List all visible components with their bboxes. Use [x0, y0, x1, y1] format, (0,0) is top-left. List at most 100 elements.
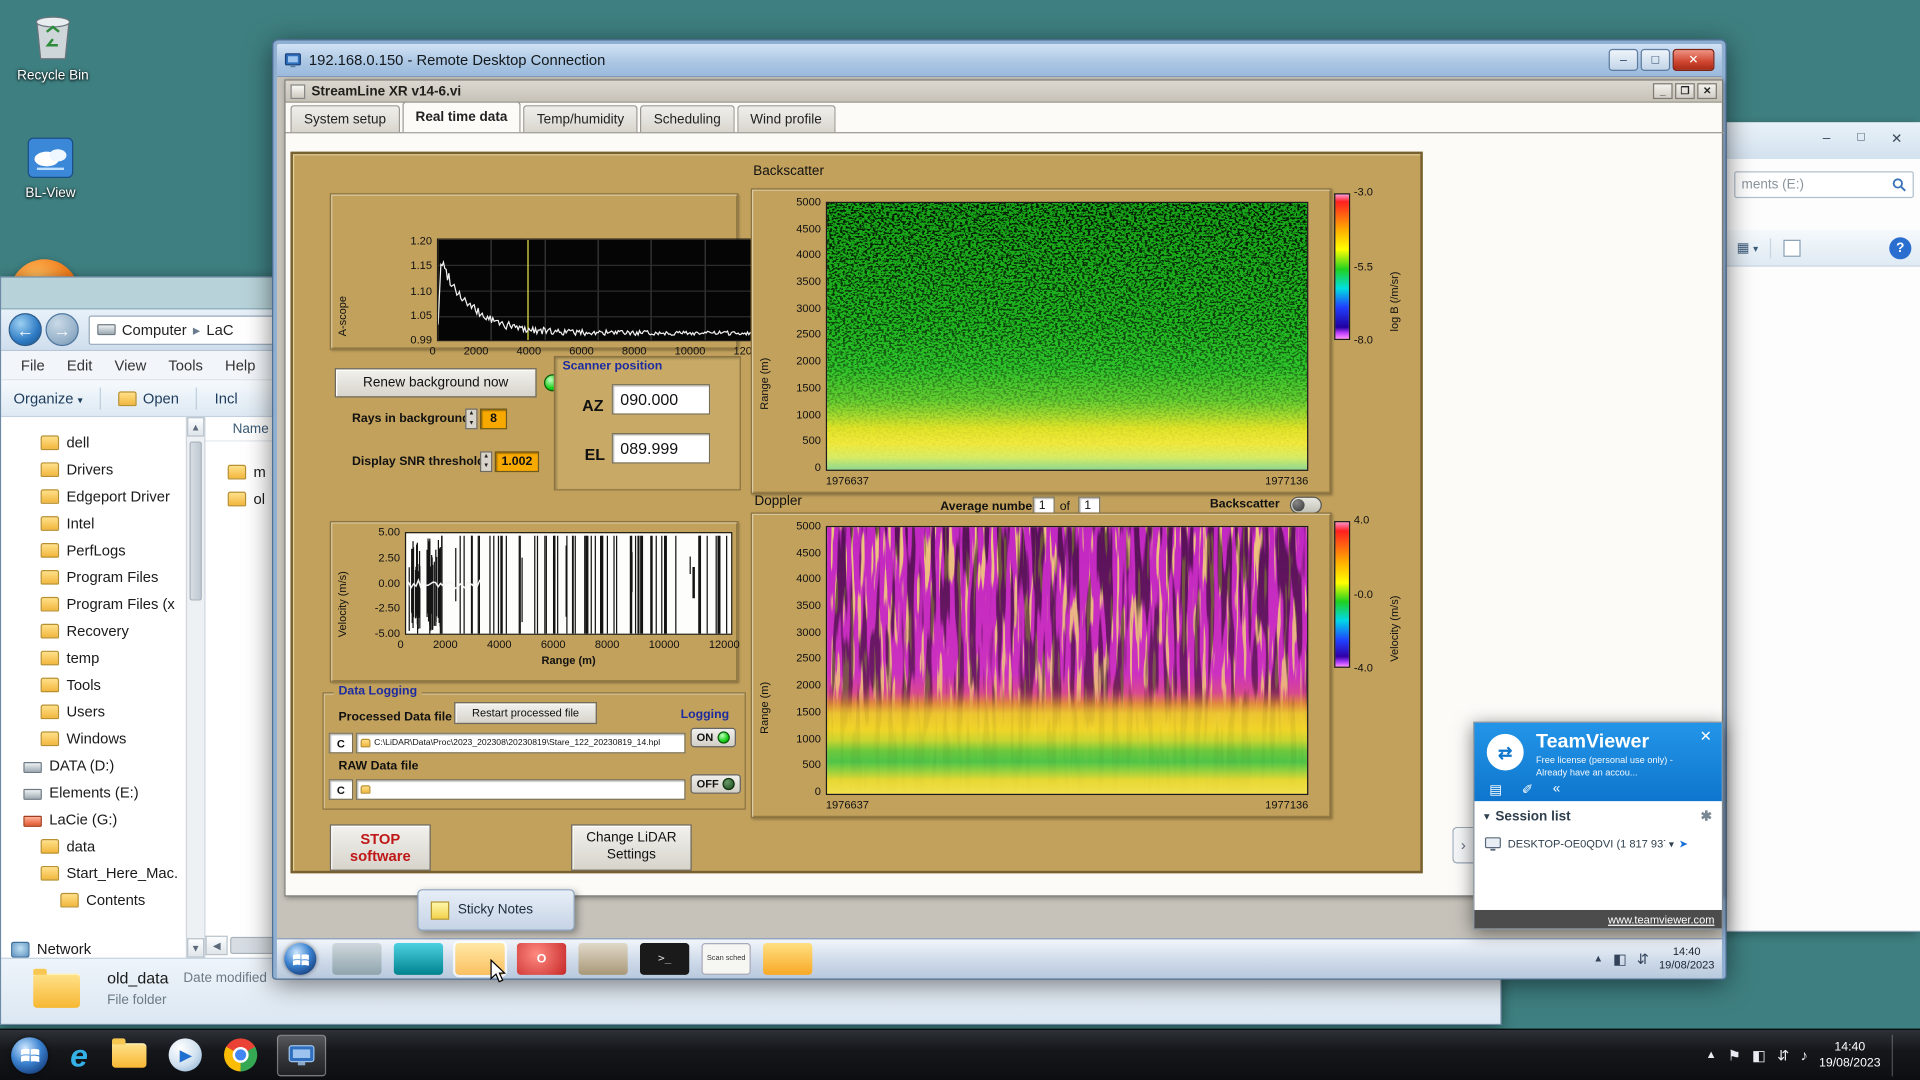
minimize-icon[interactable]: –: [1812, 131, 1842, 151]
breadcrumb-drive[interactable]: LaC: [206, 321, 233, 338]
tray-volume-icon[interactable]: ♪: [1801, 1048, 1808, 1063]
restart-processed-button[interactable]: Restart processed file: [454, 702, 597, 725]
tree-item[interactable]: Contents: [1, 887, 186, 914]
tab[interactable]: Wind profile: [736, 105, 836, 133]
tree-item[interactable]: Recovery: [1, 618, 186, 645]
tray-display-icon[interactable]: ◧: [1752, 1048, 1766, 1063]
organize-menu[interactable]: Organize ▾: [14, 390, 83, 407]
connect-cursor-icon[interactable]: ➤: [1679, 837, 1688, 850]
tree-item[interactable]: Windows: [1, 725, 186, 752]
remote-app-icon[interactable]: [578, 943, 628, 975]
vi-titlebar[interactable]: StreamLine XR v14-6.vi _ ❐ ✕: [285, 80, 1722, 103]
minimize-icon[interactable]: –: [1608, 48, 1639, 71]
help-icon[interactable]: ?: [1889, 236, 1912, 259]
restore-icon[interactable]: ❐: [1675, 83, 1695, 100]
tray-display-icon[interactable]: ◧: [1613, 952, 1627, 967]
open-button[interactable]: Open: [118, 390, 179, 407]
az-field[interactable]: 090.000: [611, 384, 711, 415]
tree-item[interactable]: Drivers: [1, 456, 186, 483]
close-icon[interactable]: ✕: [1700, 728, 1712, 745]
back-button[interactable]: ←: [8, 313, 42, 347]
processed-drive-select[interactable]: C: [328, 732, 354, 754]
raw-path-field[interactable]: [355, 779, 686, 800]
rays-spinner[interactable]: ▲ ▼: [465, 408, 478, 430]
remote-start-button[interactable]: [284, 943, 317, 975]
tab[interactable]: Scheduling: [640, 105, 735, 133]
forward-button[interactable]: →: [45, 313, 79, 347]
breadcrumb-root[interactable]: Computer: [122, 321, 187, 338]
collapse-icon[interactable]: «: [1553, 782, 1561, 798]
snr-spinner[interactable]: ▲ ▼: [479, 451, 493, 473]
remote-app-icon[interactable]: >_: [639, 943, 690, 975]
start-button[interactable]: [11, 1034, 48, 1076]
search-input[interactable]: ments (E:): [1734, 171, 1914, 199]
menu-item[interactable]: View: [105, 353, 156, 377]
session-list-row[interactable]: ▾ Session list ✱: [1484, 808, 1712, 824]
tools-icon[interactable]: ✐: [1522, 782, 1533, 798]
chevron-down-icon[interactable]: ▾: [1669, 838, 1674, 849]
snr-value-field[interactable]: 1.002: [494, 451, 540, 473]
taskbar-explorer-icon[interactable]: [112, 1034, 148, 1076]
menu-item[interactable]: Tools: [159, 353, 213, 377]
teamviewer-collapse-tab[interactable]: ›: [1452, 826, 1474, 864]
raw-logging-toggle[interactable]: OFF: [690, 774, 741, 794]
rays-value-field[interactable]: 8: [479, 408, 508, 430]
tree-item[interactable]: dell: [1, 429, 186, 456]
tree-item[interactable]: Users: [1, 698, 186, 725]
tab[interactable]: System setup: [290, 105, 400, 133]
chat-icon[interactable]: ▤: [1489, 782, 1502, 798]
tray-network-icon[interactable]: ⇵: [1777, 1048, 1789, 1063]
remote-app-icon[interactable]: [763, 943, 813, 975]
session-row[interactable]: DESKTOP-OE0QDVI (1 817 937 ▾ ➤: [1484, 837, 1712, 852]
tray-flag-icon[interactable]: ⚑: [1728, 1048, 1741, 1063]
tree-item[interactable]: Intel: [1, 510, 186, 537]
scroll-up-icon[interactable]: ▲: [187, 417, 205, 437]
taskbar-media-player-icon[interactable]: ▶: [169, 1034, 203, 1076]
raw-drive-select[interactable]: C: [328, 779, 354, 800]
show-desktop-button[interactable]: [1891, 1034, 1902, 1076]
tree-item[interactable]: Program Files: [1, 564, 186, 591]
maximize-icon[interactable]: □: [1640, 48, 1671, 71]
remote-app-icon[interactable]: O: [516, 943, 567, 975]
tree-item[interactable]: PerfLogs: [1, 537, 186, 564]
scroll-left-icon[interactable]: ◀: [205, 935, 228, 956]
close-icon[interactable]: ✕: [1672, 48, 1715, 71]
rdp-titlebar[interactable]: 192.168.0.150 - Remote Desktop Connectio…: [276, 44, 1722, 78]
renew-background-button[interactable]: Renew background now: [334, 368, 537, 398]
remote-app-icon[interactable]: [332, 943, 382, 975]
tray-expand-icon[interactable]: ▲: [1706, 1049, 1717, 1060]
tree-item[interactable]: DATA (D:): [1, 752, 186, 779]
processed-logging-toggle[interactable]: ON: [690, 727, 736, 748]
side-window-titlebar[interactable]: – □ ✕: [1726, 122, 1920, 160]
teamviewer-website-link[interactable]: www.teamviewer.com: [1608, 913, 1715, 925]
tree-item[interactable]: Edgeport Driver: [1, 483, 186, 510]
tree-item[interactable]: Program Files (x: [1, 591, 186, 618]
desktop-icon-recycle-bin[interactable]: Recycle Bin: [7, 10, 98, 83]
tree-item[interactable]: temp: [1, 645, 186, 672]
taskbar-chrome-icon[interactable]: [224, 1034, 258, 1076]
menu-item[interactable]: Help: [215, 353, 265, 377]
gear-icon[interactable]: ✱: [1701, 808, 1712, 825]
tree-item[interactable]: Elements (E:): [1, 779, 186, 806]
taskbar-clock[interactable]: 14:40 19/08/2023: [1819, 1039, 1881, 1071]
tray-network-icon[interactable]: ⇵: [1637, 952, 1649, 967]
tree-item[interactable]: Network: [1, 936, 186, 958]
menu-item[interactable]: Edit: [57, 353, 102, 377]
include-button[interactable]: Incl: [215, 390, 238, 407]
tray-expand-icon[interactable]: ▲: [1593, 953, 1603, 964]
close-icon[interactable]: ✕: [1881, 131, 1913, 151]
sticky-notes-window[interactable]: Sticky Notes: [417, 889, 575, 931]
maximize-icon[interactable]: □: [1846, 131, 1876, 151]
close-icon[interactable]: ✕: [1697, 83, 1717, 100]
tree-item[interactable]: Start_Here_Mac.: [1, 860, 186, 887]
tree-item[interactable]: LaCie (G:): [1, 806, 186, 833]
change-lidar-settings-button[interactable]: Change LiDAR Settings: [571, 824, 692, 871]
scrollbar-thumb[interactable]: [189, 441, 202, 601]
stop-software-button[interactable]: STOP software: [329, 824, 431, 871]
el-field[interactable]: 089.999: [611, 432, 711, 464]
views-button[interactable]: ▦ ▾: [1737, 240, 1759, 256]
scroll-down-icon[interactable]: ▼: [187, 938, 205, 958]
taskbar-ie-icon[interactable]: e: [70, 1034, 88, 1076]
minimize-icon[interactable]: _: [1652, 83, 1673, 100]
tree-scrollbar[interactable]: ▲ ▼: [185, 417, 206, 958]
